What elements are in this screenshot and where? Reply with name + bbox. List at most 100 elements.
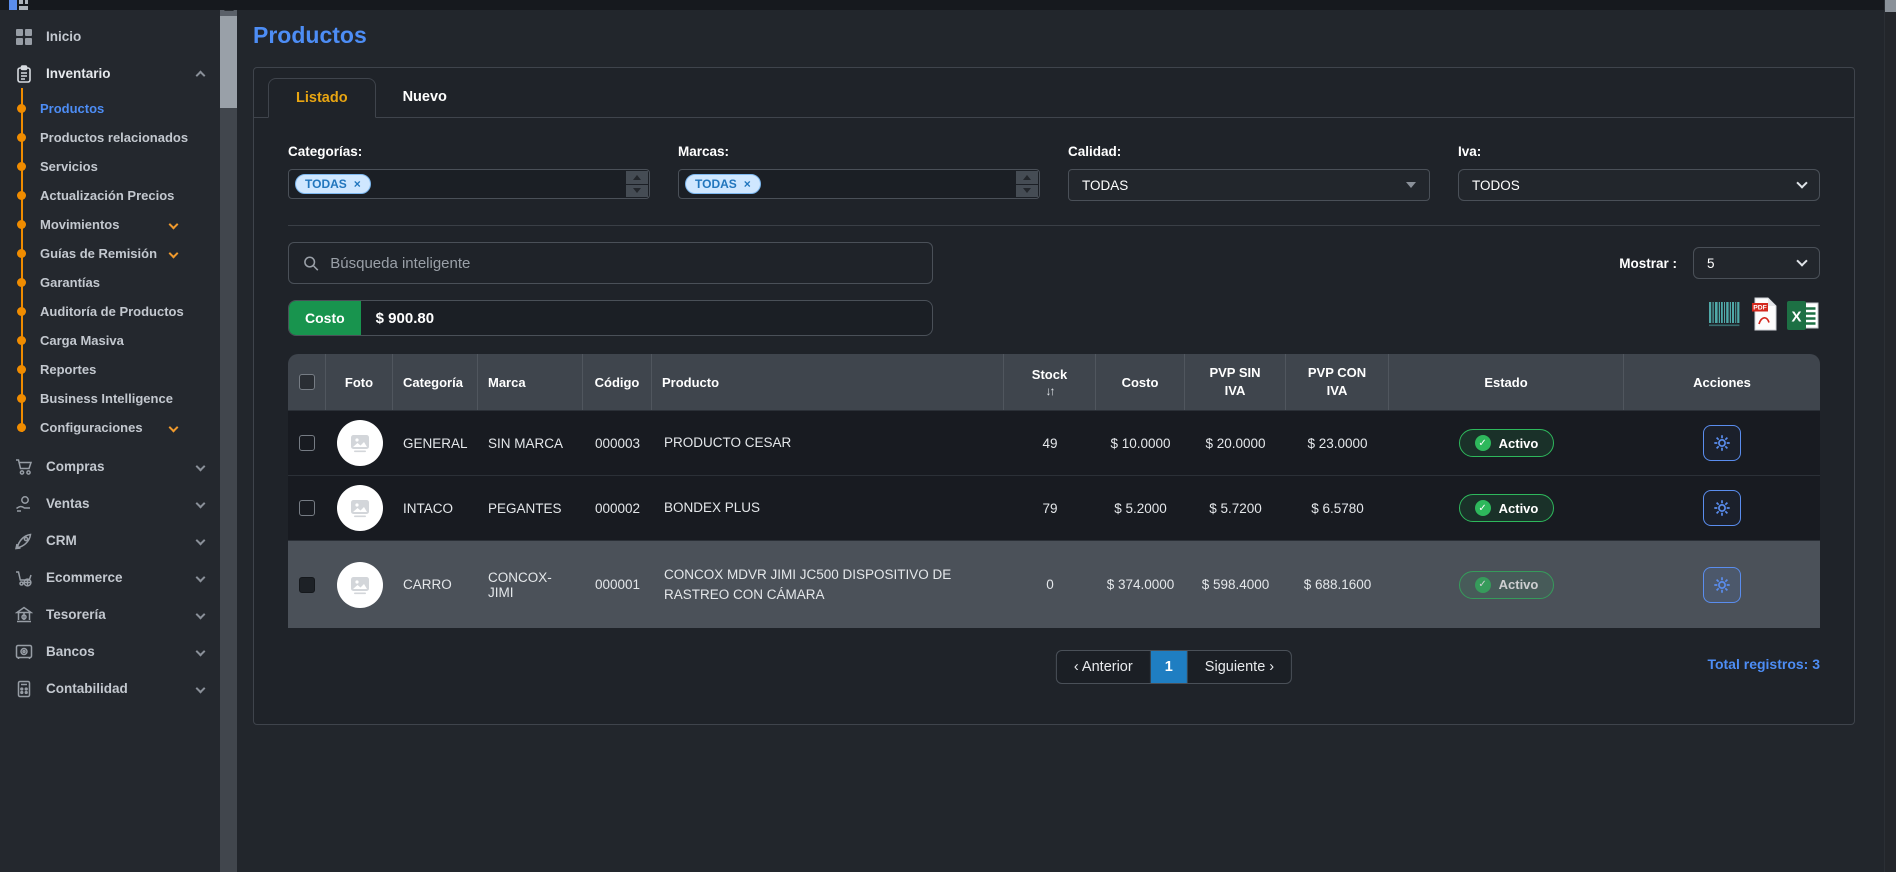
prev-page-button[interactable]: ‹ Anterior xyxy=(1057,651,1151,683)
header-pvp-con-label: PVP CON IVA xyxy=(1302,364,1372,399)
costo-value[interactable]: $ 900.80 xyxy=(361,301,449,335)
mostrar-select[interactable]: 5 xyxy=(1693,247,1820,279)
sidebar-item-tesoreria[interactable]: Tesorería xyxy=(0,596,220,633)
spinner-down-button[interactable] xyxy=(1016,185,1038,198)
page-scrollbar[interactable] xyxy=(1884,0,1896,872)
cell-pvp-con: $ 23.0000 xyxy=(1286,432,1389,455)
sidebar-item-productos-relacionados[interactable]: Productos relacionados xyxy=(22,123,220,152)
row-actions-button[interactable] xyxy=(1703,425,1741,461)
sidebar-item-guias-remision[interactable]: Guías de Remisión xyxy=(22,239,220,268)
header-stock[interactable]: Stock↓↑ xyxy=(1004,354,1096,410)
tab-listado[interactable]: Listado xyxy=(268,78,376,118)
scrollbar-thumb[interactable] xyxy=(220,16,237,108)
status-badge-activo[interactable]: ✓Activo xyxy=(1459,494,1555,522)
cell-stock: 49 xyxy=(1004,432,1096,455)
chevron-down-icon xyxy=(169,249,179,259)
header-marca: Marca xyxy=(478,354,583,410)
sidebar-item-inicio[interactable]: Inicio xyxy=(0,18,220,55)
status-badge-activo[interactable]: ✓Activo xyxy=(1459,571,1555,599)
status-badge-activo[interactable]: ✓Activo xyxy=(1459,429,1555,457)
header-select-all xyxy=(288,354,326,410)
sidebar-item-bancos[interactable]: Bancos xyxy=(0,633,220,670)
iva-label: Iva: xyxy=(1458,144,1820,159)
excel-icon[interactable]: X xyxy=(1787,300,1820,336)
chip-remove-icon[interactable]: × xyxy=(354,177,361,191)
costo-filter: Costo $ 900.80 xyxy=(288,300,933,336)
cell-categoria: INTACO xyxy=(393,497,478,520)
sidebar-item-garantias[interactable]: Garantías xyxy=(22,268,220,297)
filter-iva: Iva: TODOS xyxy=(1458,144,1820,201)
cell-producto: CONCOX MDVR JIMI JC500 DISPOSITIVO DE RA… xyxy=(652,561,1004,608)
cell-foto xyxy=(326,411,393,475)
sidebar-item-label: Business Intelligence xyxy=(40,391,173,406)
cell-pvp-con: $ 688.1600 xyxy=(1286,573,1389,596)
spinner-down-button[interactable] xyxy=(626,185,648,198)
chevron-down-icon xyxy=(169,423,179,433)
check-circle-icon: ✓ xyxy=(1475,435,1491,451)
chip-remove-icon[interactable]: × xyxy=(744,177,751,191)
barcode-icon[interactable] xyxy=(1706,297,1742,336)
sidebar-item-label: Contabilidad xyxy=(46,681,128,696)
calidad-value: TODAS xyxy=(1082,178,1128,193)
select-all-checkbox[interactable] xyxy=(299,374,315,390)
dropdown-triangle-icon xyxy=(1406,182,1416,188)
calidad-select[interactable]: TODAS xyxy=(1068,169,1430,201)
top-strip xyxy=(0,0,1896,10)
sidebar-item-ventas[interactable]: Ventas xyxy=(0,485,220,522)
chevron-down-icon xyxy=(196,536,206,546)
row-checkbox[interactable] xyxy=(299,435,315,451)
table-row-selected: CARRO CONCOX-JIMI 000001 CONCOX MDVR JIM… xyxy=(288,540,1820,628)
sidebar-item-reportes[interactable]: Reportes xyxy=(22,355,220,384)
sidebar-item-label: Servicios xyxy=(40,159,98,174)
sidebar-item-servicios[interactable]: Servicios xyxy=(22,152,220,181)
sidebar-item-carga-masiva[interactable]: Carga Masiva xyxy=(22,326,220,355)
marcas-multiselect[interactable]: TODAS× xyxy=(678,169,1040,199)
sidebar-item-auditoria-productos[interactable]: Auditoría de Productos xyxy=(22,297,220,326)
svg-text:X: X xyxy=(1791,309,1801,326)
sidebar: Inicio Inventario Productos Productos re… xyxy=(0,0,220,872)
status-label: Activo xyxy=(1499,501,1539,516)
header-pvp-sin-label: PVP SIN IVA xyxy=(1200,364,1270,399)
ecommerce-cart-icon xyxy=(14,568,34,588)
tab-nuevo[interactable]: Nuevo xyxy=(376,78,474,117)
costo-row: Costo $ 900.80 PDF X xyxy=(288,297,1820,336)
sidebar-item-productos[interactable]: Productos xyxy=(22,94,220,123)
search-input[interactable] xyxy=(330,255,918,272)
sidebar-item-business-intelligence[interactable]: Business Intelligence xyxy=(22,384,220,413)
sidebar-item-crm[interactable]: CRM xyxy=(0,522,220,559)
page-1-button[interactable]: 1 xyxy=(1151,651,1188,683)
sidebar-item-contabilidad[interactable]: Contabilidad xyxy=(0,670,220,707)
product-image-placeholder xyxy=(337,485,383,531)
sidebar-item-compras[interactable]: Compras xyxy=(0,448,220,485)
categorias-multiselect[interactable]: TODAS× xyxy=(288,169,650,199)
sidebar-item-label: Auditoría de Productos xyxy=(40,304,184,319)
status-label: Activo xyxy=(1499,577,1539,592)
sidebar-item-ecommerce[interactable]: Ecommerce xyxy=(0,559,220,596)
cell-estado: ✓Activo xyxy=(1389,567,1624,603)
sidebar-item-inventario[interactable]: Inventario xyxy=(0,55,220,92)
marcas-chip[interactable]: TODAS× xyxy=(685,174,761,194)
sidebar-item-movimientos[interactable]: Movimientos xyxy=(22,210,220,239)
row-actions-button[interactable] xyxy=(1703,567,1741,603)
sidebar-scrollbar[interactable] xyxy=(220,0,237,872)
scrollbar-thumb[interactable] xyxy=(1885,0,1896,12)
spinner-up-button[interactable] xyxy=(626,171,648,184)
sidebar-item-configuraciones[interactable]: Configuraciones xyxy=(22,413,220,442)
row-checkbox[interactable] xyxy=(299,577,315,593)
pdf-icon[interactable]: PDF xyxy=(1751,297,1778,336)
sidebar-item-actualizacion-precios[interactable]: Actualización Precios xyxy=(22,181,220,210)
sidebar-item-label: Actualización Precios xyxy=(40,188,174,203)
svg-text:PDF: PDF xyxy=(1753,305,1767,312)
row-actions-button[interactable] xyxy=(1703,490,1741,526)
header-categoria: Categoría xyxy=(393,354,478,410)
spinner-up-button[interactable] xyxy=(1016,171,1038,184)
cart-icon xyxy=(14,457,34,477)
cell-pvp-sin: $ 598.4000 xyxy=(1185,573,1286,596)
next-page-button[interactable]: Siguiente › xyxy=(1188,651,1291,683)
sort-icon[interactable]: ↓↑ xyxy=(1046,384,1054,398)
iva-select[interactable]: TODOS xyxy=(1458,169,1820,201)
chevron-down-icon xyxy=(196,647,206,657)
tab-bar: Listado Nuevo xyxy=(254,68,1854,118)
row-checkbox[interactable] xyxy=(299,500,315,516)
categorias-chip[interactable]: TODAS× xyxy=(295,174,371,194)
